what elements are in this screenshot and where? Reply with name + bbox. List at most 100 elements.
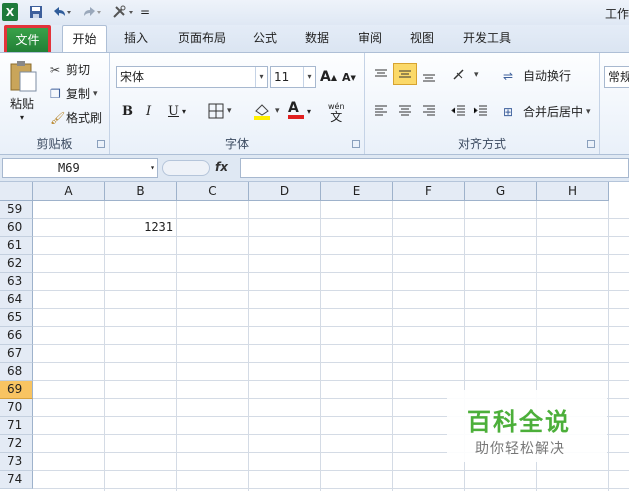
tab-data[interactable]: 数据: [297, 25, 337, 52]
clipboard-launcher-icon[interactable]: [97, 140, 105, 148]
name-box-dropdown-icon[interactable]: ▾: [150, 159, 155, 177]
tab-insert[interactable]: 插入: [116, 25, 156, 52]
row-header-63[interactable]: 63: [0, 273, 33, 291]
copy-button[interactable]: ❐ 复制 ▾: [50, 85, 98, 102]
font-name-combo[interactable]: 宋体 ▾: [116, 66, 268, 88]
row-gridline: [33, 290, 629, 291]
format-painter-label: 格式刷: [66, 111, 103, 125]
row-gridline: [33, 380, 629, 381]
merge-center-icon: ⊞: [503, 104, 514, 119]
align-middle-icon[interactable]: [393, 63, 417, 85]
column-header-a[interactable]: A: [33, 182, 105, 201]
merge-center-button[interactable]: ⊞ 合并后居中 ▾: [503, 103, 591, 120]
paste-dropdown-icon[interactable]: ▾: [20, 113, 24, 122]
column-gridline: [320, 201, 321, 491]
paste-button[interactable]: 粘贴: [10, 95, 34, 112]
align-left-icon[interactable]: [373, 103, 389, 119]
redo-icon[interactable]: [80, 3, 102, 21]
wrap-text-label: 自动换行: [523, 69, 572, 83]
clipboard-group-label: 剪贴板: [36, 137, 73, 151]
tab-home[interactable]: 开始: [62, 25, 107, 53]
undo-icon[interactable]: [50, 3, 72, 21]
format-painter-button[interactable]: 🖌 格式刷: [50, 109, 102, 126]
wrap-text-button[interactable]: ⇌ 自动换行: [503, 67, 571, 84]
italic-button[interactable]: I: [146, 104, 151, 119]
column-gridline: [608, 201, 609, 491]
underline-button[interactable]: U: [168, 104, 179, 119]
column-header-b[interactable]: B: [105, 182, 177, 201]
bold-button[interactable]: B: [122, 104, 133, 119]
borders-icon[interactable]: ▾: [208, 103, 232, 119]
fill-color-icon[interactable]: ▾: [252, 101, 280, 121]
font-launcher-icon[interactable]: [352, 140, 360, 148]
row-header-71[interactable]: 71: [0, 417, 33, 435]
increase-indent-icon[interactable]: [473, 103, 489, 119]
row-header-68[interactable]: 68: [0, 363, 33, 381]
row-header-69[interactable]: 69: [0, 381, 33, 399]
customize-qat-icon[interactable]: =: [140, 3, 150, 21]
select-all-corner[interactable]: [0, 182, 33, 201]
tab-review[interactable]: 审阅: [350, 25, 390, 52]
tab-developer[interactable]: 开发工具: [455, 25, 519, 52]
tab-view[interactable]: 视图: [402, 25, 442, 52]
row-gridline: [33, 308, 629, 309]
orientation-icon[interactable]: ▾: [451, 67, 479, 83]
tab-page-layout[interactable]: 页面布局: [170, 25, 234, 52]
name-box[interactable]: M69 ▾: [2, 158, 158, 178]
name-box-value: M69: [58, 161, 80, 175]
row-header-73[interactable]: 73: [0, 453, 33, 471]
paste-icon[interactable]: [8, 57, 40, 93]
column-header-f[interactable]: F: [393, 182, 465, 201]
align-right-icon[interactable]: [421, 103, 437, 119]
row-header-59[interactable]: 59: [0, 201, 33, 219]
tab-formulas[interactable]: 公式: [245, 25, 285, 52]
column-header-e[interactable]: E: [321, 182, 393, 201]
excel-logo-icon[interactable]: X: [2, 3, 18, 21]
save-icon[interactable]: [28, 3, 43, 21]
clipboard-group: 粘贴 ▾ ✂ 剪切 ❐ 复制 ▾ 🖌 格式刷 剪贴板: [0, 53, 110, 154]
quick-access-toolbar: X = 工作: [0, 0, 629, 25]
formula-expand-handle[interactable]: [162, 160, 210, 176]
number-format-combo[interactable]: 常规: [604, 66, 629, 88]
font-size-dropdown-icon[interactable]: ▾: [303, 67, 315, 87]
column-gridline: [176, 201, 177, 491]
row-header-67[interactable]: 67: [0, 345, 33, 363]
row-header-72[interactable]: 72: [0, 435, 33, 453]
formula-input[interactable]: [240, 158, 629, 178]
align-top-icon[interactable]: [373, 67, 389, 83]
align-center-icon[interactable]: [397, 103, 413, 119]
copy-label: 复制: [66, 87, 91, 101]
shrink-font-icon[interactable]: A ▼: [342, 71, 356, 84]
row-header-62[interactable]: 62: [0, 255, 33, 273]
row-header-70[interactable]: 70: [0, 399, 33, 417]
formula-bar: M69 ▾ fx: [0, 155, 629, 182]
alignment-launcher-icon[interactable]: [587, 140, 595, 148]
phonetic-char-icon: 文: [330, 110, 343, 124]
decrease-indent-icon[interactable]: [451, 103, 467, 119]
ribbon: 粘贴 ▾ ✂ 剪切 ❐ 复制 ▾ 🖌 格式刷 剪贴板 宋体 ▾ 11 ▾ A ▲ A ▼ B I…: [0, 52, 629, 155]
underline-dropdown-icon[interactable]: ▾: [182, 107, 186, 116]
font-color-button[interactable]: A: [288, 101, 304, 119]
cut-button[interactable]: ✂ 剪切: [50, 61, 90, 78]
row-header-60[interactable]: 60: [0, 219, 33, 237]
font-group-label: 字体: [224, 137, 249, 151]
tools-icon[interactable]: [110, 3, 136, 21]
font-color-dropdown-icon[interactable]: ▾: [307, 107, 311, 116]
cell-b60[interactable]: 1231: [105, 220, 173, 234]
row-header-66[interactable]: 66: [0, 327, 33, 345]
column-header-h[interactable]: H: [537, 182, 609, 201]
column-header-d[interactable]: D: [249, 182, 321, 201]
align-bottom-icon[interactable]: [421, 67, 437, 83]
row-header-64[interactable]: 64: [0, 291, 33, 309]
column-header-g[interactable]: G: [465, 182, 537, 201]
column-header-c[interactable]: C: [177, 182, 249, 201]
grow-font-icon[interactable]: A ▲: [320, 69, 337, 85]
row-header-65[interactable]: 65: [0, 309, 33, 327]
font-size-combo[interactable]: 11 ▾: [270, 66, 316, 88]
phonetic-guide-button[interactable]: wén 文: [328, 102, 345, 124]
row-header-61[interactable]: 61: [0, 237, 33, 255]
ribbon-tabs: 文件 开始 插入 页面布局 公式 数据 审阅 视图 开发工具: [0, 25, 629, 58]
insert-function-icon[interactable]: fx: [215, 160, 228, 174]
font-name-dropdown-icon[interactable]: ▾: [255, 67, 267, 87]
row-header-74[interactable]: 74: [0, 471, 33, 489]
